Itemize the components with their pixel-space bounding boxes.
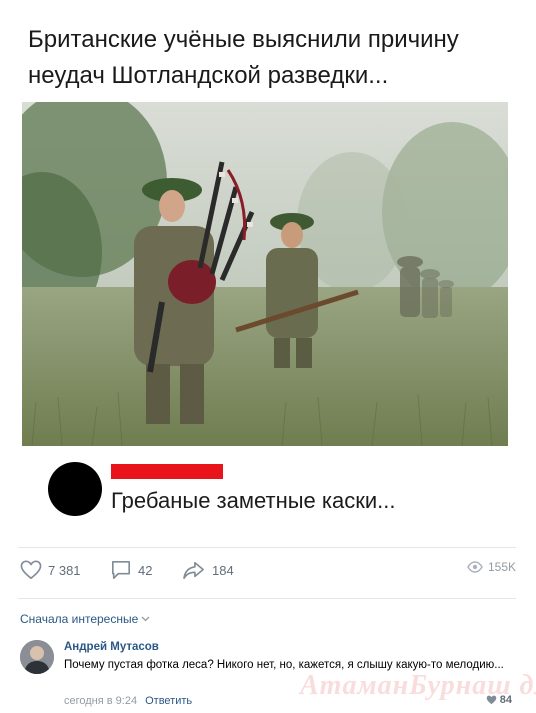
divider [18, 547, 516, 548]
comment-icon [112, 561, 130, 579]
user-avatar-icon [20, 640, 54, 674]
comment-button[interactable]: 42 [110, 560, 152, 580]
post-actions-bar: 7 381 42 184 155K [18, 556, 516, 588]
views-count: 155K [487, 560, 516, 574]
comment-meta: сегодня в 9:24 Ответить [64, 695, 192, 707]
like-count: 7 381 [48, 562, 81, 578]
share-button[interactable]: 184 [182, 560, 234, 580]
meme-red-bar [111, 464, 223, 479]
meme-caption-text: Гребаные заметные каски... [111, 488, 396, 513]
eye-icon [467, 561, 483, 573]
comment-timestamp[interactable]: сегодня в 9:24 [64, 695, 137, 707]
reply-button[interactable]: Ответить [145, 695, 192, 707]
meme-avatar-circle [48, 462, 102, 516]
meme-caption-panel: Гребаные заметные каски... [22, 452, 508, 532]
share-icon [183, 561, 204, 579]
divider [18, 598, 516, 599]
chevron-down-icon [141, 616, 150, 622]
post-title: Британские учёные выяснили причину неуда… [28, 26, 459, 89]
views-counter: 155K [467, 560, 516, 574]
post-photo[interactable] [22, 102, 508, 446]
heart-icon [20, 560, 42, 580]
comment-author-link[interactable]: Андрей Мутасов [64, 641, 159, 653]
watermark: АтаманБурнаш для ЯП [300, 670, 536, 701]
like-button[interactable]: 7 381 [20, 560, 81, 580]
soldiers-photo-illustration [22, 102, 508, 446]
sort-label: Сначала интересные [20, 612, 139, 626]
avatar[interactable] [20, 640, 54, 674]
comment-count: 42 [138, 562, 153, 578]
share-count: 184 [212, 562, 234, 578]
comments-sort-dropdown[interactable]: Сначала интересные [20, 612, 150, 626]
